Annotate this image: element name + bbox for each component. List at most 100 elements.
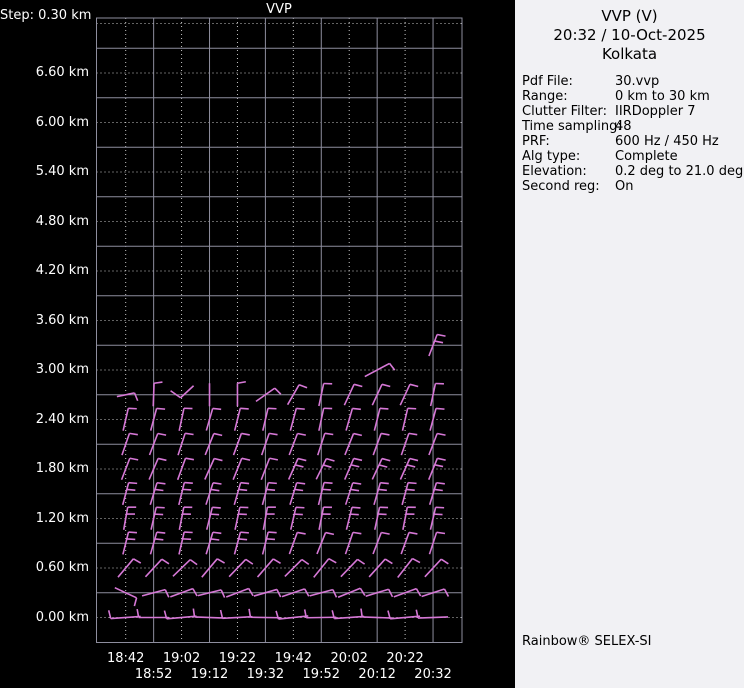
wind-barb (409, 433, 417, 434)
wind-barb (211, 489, 219, 490)
detail-label: Range: (522, 89, 615, 104)
wind-barb (333, 590, 337, 598)
wind-barb (412, 559, 420, 563)
wind-barb (351, 465, 359, 467)
detail-row: Range:0 km to 30 km (522, 89, 744, 104)
wind-barb (406, 489, 414, 490)
wind-barb (190, 560, 197, 565)
x-axis-label: 19:02 (158, 651, 206, 666)
panel-site-name: Kolkata (515, 45, 744, 64)
wind-barb (418, 617, 448, 618)
wind-barb (379, 465, 387, 467)
wind-barb (277, 589, 281, 597)
wind-barb (185, 433, 193, 434)
y-axis-label: 1.20 km (0, 511, 89, 526)
detail-label: Alg type: (522, 149, 615, 164)
detail-value: IIRDoppler 7 (615, 104, 696, 119)
y-axis-label: 6.00 km (0, 115, 89, 130)
detail-label: Pdf File: (522, 74, 615, 89)
wind-barb (436, 408, 444, 409)
wind-barb (326, 533, 334, 535)
wind-barb (437, 434, 445, 436)
wind-barb (382, 459, 390, 461)
wind-barb (267, 489, 275, 490)
wind-barb (351, 489, 359, 490)
wind-barb (242, 458, 250, 460)
wind-barb (410, 384, 418, 386)
wind-barb (246, 559, 253, 564)
detail-value: 48 (615, 119, 632, 134)
wind-barb (361, 609, 362, 617)
wind-barb (239, 489, 247, 490)
wind-barb (127, 539, 135, 540)
wind-barb (127, 489, 135, 490)
wind-barb (213, 532, 221, 533)
wind-barb (385, 559, 392, 564)
wind-barb (295, 465, 303, 467)
wind-barb (334, 616, 364, 618)
wind-barb (128, 532, 136, 533)
detail-value: 600 Hz / 450 Hz (615, 134, 719, 149)
wind-barb (268, 483, 276, 484)
wind-barb (214, 434, 222, 436)
wind-barb (325, 433, 333, 434)
wind-barb (178, 458, 186, 480)
wind-barb (350, 514, 358, 515)
x-axis-label: 19:32 (241, 667, 289, 682)
info-panel: VVP (V) 20:32 / 10-Oct-2025 Kolkata Pdf … (515, 0, 744, 688)
wind-barb (381, 533, 389, 535)
wind-barb (297, 532, 305, 533)
y-axis-label: 4.80 km (0, 214, 89, 229)
wind-barb (324, 483, 332, 484)
wind-barb (269, 433, 277, 434)
wind-barb (212, 507, 220, 508)
x-axis-label: 19:12 (186, 667, 234, 682)
wind-barb (184, 483, 192, 484)
detail-row: Time sampling:48 (522, 119, 744, 134)
wind-barb (183, 489, 191, 490)
wind-barb (222, 617, 252, 619)
wind-barb (275, 388, 281, 394)
wind-barb (240, 532, 248, 533)
wind-barb (213, 408, 221, 409)
wind-barb (237, 382, 245, 383)
x-axis-label: 20:02 (325, 651, 373, 666)
x-axis-label: 19:22 (213, 651, 261, 666)
wind-barb (130, 458, 138, 460)
wind-barb (155, 489, 163, 490)
x-axis-label: 20:22 (381, 651, 429, 666)
y-axis-label: 1.80 km (0, 461, 89, 476)
detail-value: Complete (615, 149, 678, 164)
wind-barb (409, 532, 417, 533)
wind-barb (435, 341, 443, 343)
wind-barb (217, 559, 224, 563)
wind-barb (235, 408, 241, 430)
wind-barb (410, 458, 418, 460)
y-axis-label: 0.60 km (0, 560, 89, 575)
x-axis-label: 18:52 (130, 667, 178, 682)
detail-label: Clutter Filter: (522, 104, 615, 119)
detail-label: Second reg: (522, 179, 615, 194)
wind-barb (162, 559, 169, 564)
wind-barb (158, 434, 166, 436)
wind-barb (354, 458, 362, 460)
wind-barb (407, 465, 415, 467)
wind-barb (380, 483, 388, 484)
wind-barb (250, 617, 280, 618)
y-axis-label: 0.00 km (0, 610, 89, 625)
wind-barb (135, 393, 138, 401)
wind-barb (290, 408, 296, 430)
wind-barb (213, 483, 221, 484)
detail-row: Elevation:0.2 deg to 21.0 deg (522, 164, 744, 179)
wind-barb (211, 539, 219, 540)
wind-barb (158, 458, 166, 460)
wind-barb (437, 532, 445, 533)
y-axis-label: 3.00 km (0, 362, 89, 377)
wind-barb (186, 458, 194, 459)
wind-barb (249, 609, 250, 617)
vvp-radar-window: VVP Step: 0.30 km 6.60 km6.00 km5.40 km4… (0, 0, 744, 688)
vvp-plot-canvas (0, 0, 515, 688)
wind-barb (322, 489, 330, 490)
wind-barb (326, 459, 334, 461)
wind-barb (362, 617, 392, 618)
